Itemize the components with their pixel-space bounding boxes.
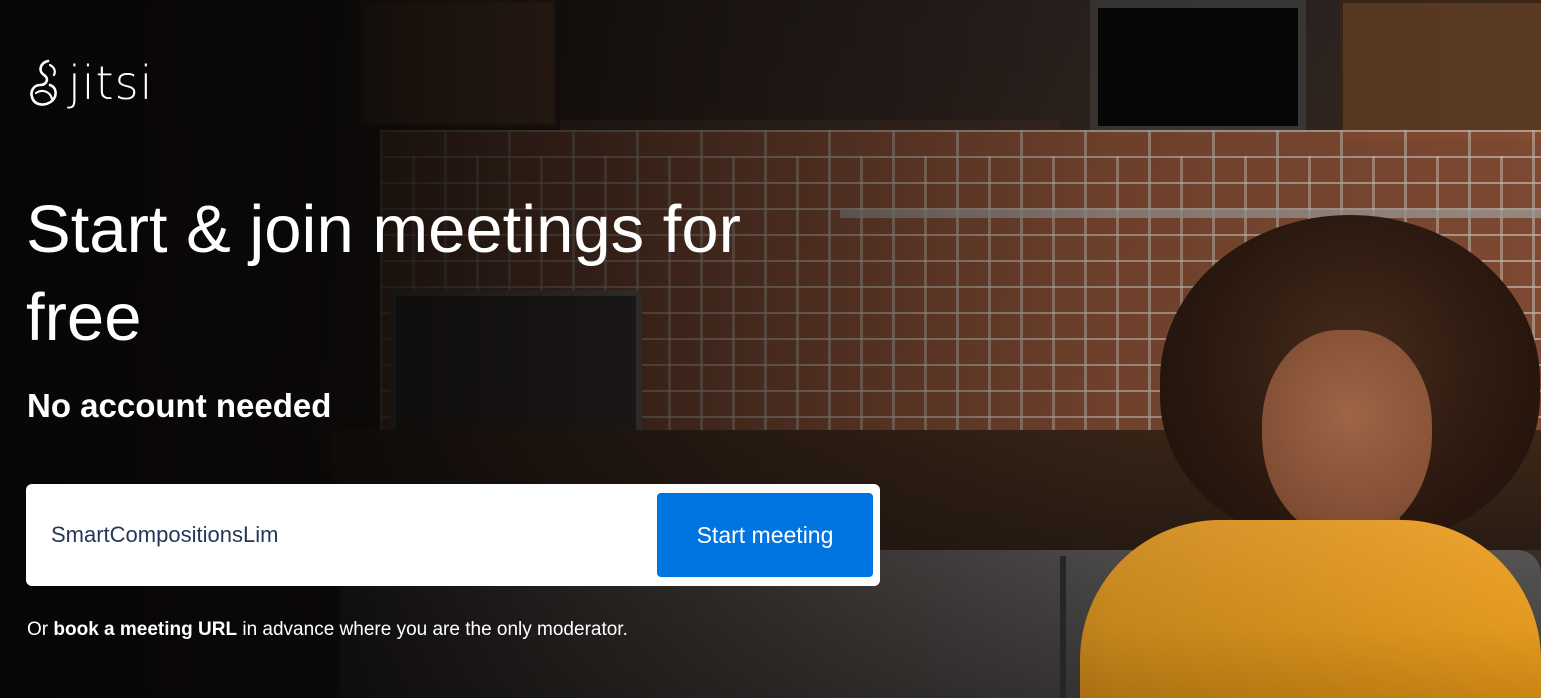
- book-meeting-url-link[interactable]: book a meeting URL: [53, 619, 237, 640]
- start-meeting-button[interactable]: Start meeting: [657, 493, 873, 577]
- page-title: Start & join meetings for free: [26, 192, 741, 355]
- join-meeting-form: Start meeting: [26, 484, 880, 586]
- jitsi-logo-icon: [30, 59, 57, 106]
- page-subtitle: No account needed: [27, 387, 332, 424]
- brand-name: jitsi: [68, 56, 154, 110]
- book-meeting-suffix: in advance where you are the only modera…: [237, 619, 628, 640]
- hero-section: jitsi Start & join meetings for free No …: [0, 0, 1541, 698]
- jitsi-logo-link[interactable]: jitsi: [26, 55, 153, 111]
- book-meeting-prefix: Or: [27, 619, 54, 640]
- room-name-input[interactable]: [26, 484, 646, 586]
- book-meeting-text: Or book a meeting URL in advance where y…: [27, 618, 628, 642]
